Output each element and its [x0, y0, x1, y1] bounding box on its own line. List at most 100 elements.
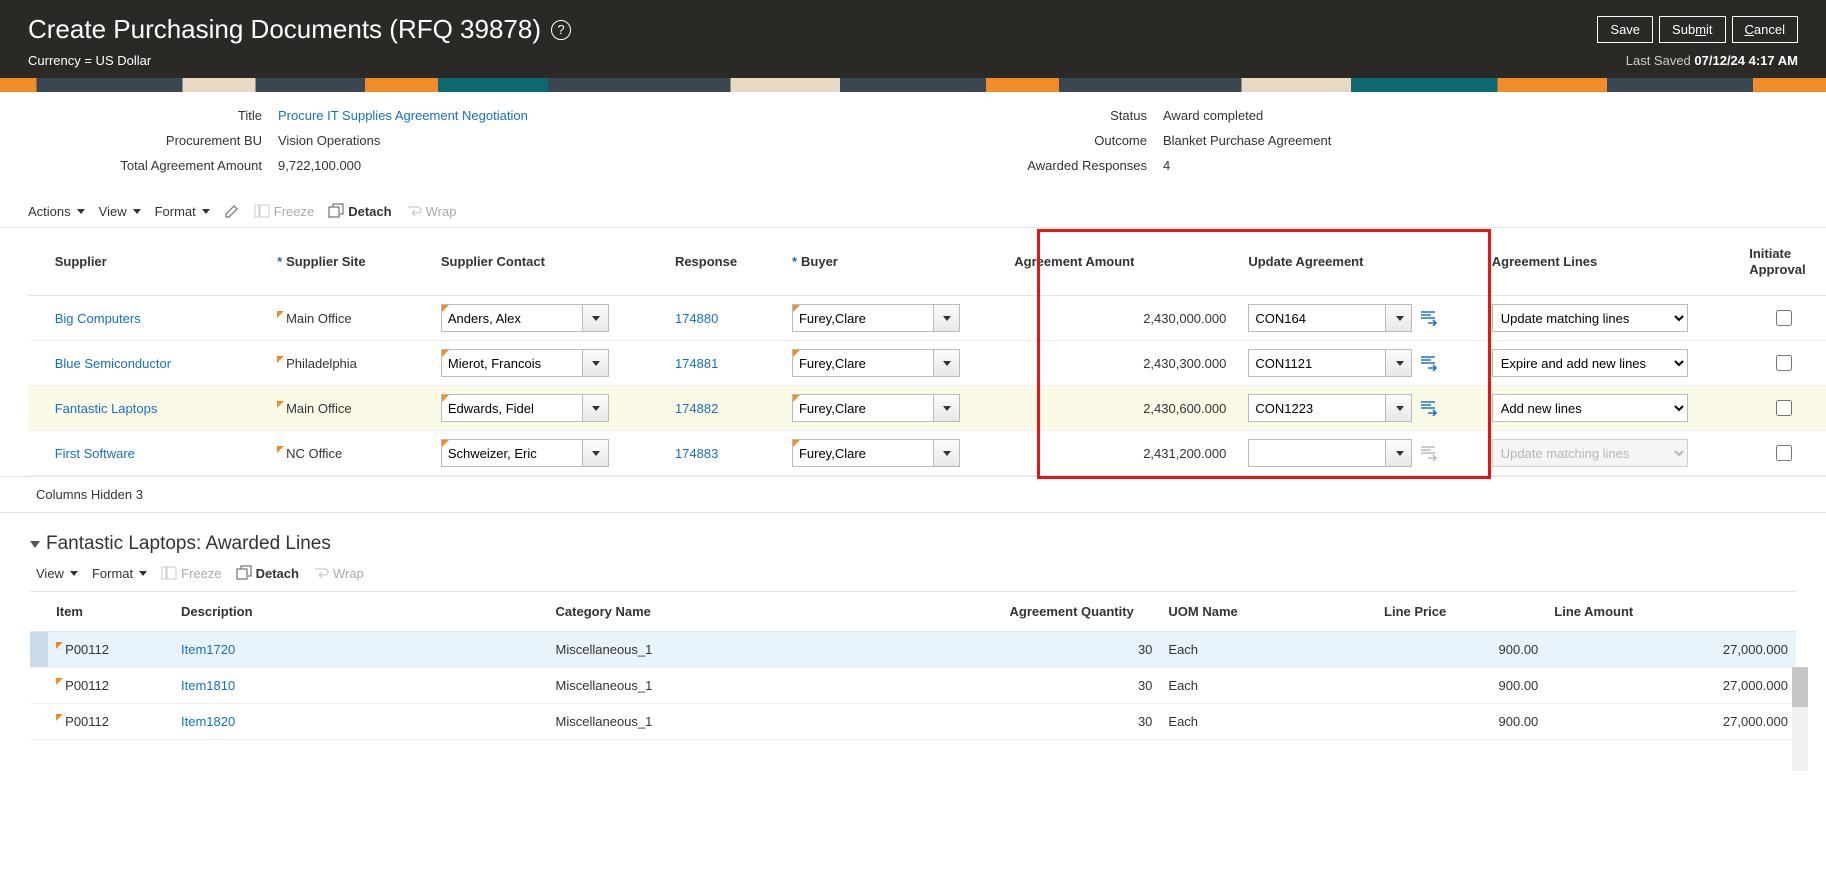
- actions-menu[interactable]: Actions: [28, 204, 85, 219]
- buyer-combo[interactable]: [792, 304, 960, 332]
- dropdown-button[interactable]: [933, 305, 959, 331]
- help-icon[interactable]: ?: [551, 20, 571, 40]
- supplier-contact-input[interactable]: [442, 305, 582, 331]
- update-agreement-combo[interactable]: [1248, 394, 1412, 422]
- dropdown-button[interactable]: [1385, 350, 1411, 376]
- agreement-lines-select[interactable]: Expire and add new lines: [1492, 349, 1688, 377]
- buyer-combo[interactable]: [792, 394, 960, 422]
- edit-button[interactable]: [224, 203, 240, 219]
- item-desc-link[interactable]: Item1720: [181, 642, 235, 657]
- lcol-price[interactable]: Line Price: [1376, 592, 1546, 632]
- lcol-amount[interactable]: Line Amount: [1546, 592, 1796, 632]
- supplier-link[interactable]: First Software: [55, 446, 135, 461]
- buyer-input[interactable]: [793, 305, 933, 331]
- col-amount[interactable]: Agreement Amount: [1006, 228, 1240, 296]
- supplier-link[interactable]: Big Computers: [55, 311, 141, 326]
- lines-format-menu[interactable]: Format: [92, 566, 147, 581]
- response-link[interactable]: 174881: [675, 356, 718, 371]
- dropdown-button[interactable]: [582, 440, 608, 466]
- lines-view-menu[interactable]: View: [36, 566, 78, 581]
- wrap-button[interactable]: Wrap: [406, 203, 457, 219]
- detach-button[interactable]: Detach: [328, 203, 391, 219]
- supplier-contact-combo[interactable]: [441, 349, 609, 377]
- buyer-combo[interactable]: [792, 439, 960, 467]
- lcol-desc[interactable]: Description: [173, 592, 548, 632]
- awarded-lines-title[interactable]: Fantastic Laptops: Awarded Lines: [0, 513, 1826, 559]
- supplier-contact-input[interactable]: [442, 395, 582, 421]
- supplier-contact-combo[interactable]: [441, 304, 609, 332]
- dropdown-button[interactable]: [1385, 440, 1411, 466]
- view-menu[interactable]: View: [99, 204, 141, 219]
- buyer-input[interactable]: [793, 395, 933, 421]
- buyer-input[interactable]: [793, 440, 933, 466]
- initiate-approval-checkbox[interactable]: [1776, 445, 1792, 461]
- supplier-link[interactable]: Blue Semiconductor: [55, 356, 171, 371]
- item-desc-link[interactable]: Item1810: [181, 678, 235, 693]
- update-agreement-input[interactable]: [1249, 395, 1385, 421]
- update-agreement-input[interactable]: [1249, 440, 1385, 466]
- col-initiate[interactable]: Initiate Approval: [1741, 228, 1826, 296]
- dropdown-button[interactable]: [582, 305, 608, 331]
- dropdown-button[interactable]: [582, 395, 608, 421]
- agreement-action-icon[interactable]: [1418, 354, 1440, 372]
- update-agreement-input[interactable]: [1249, 350, 1385, 376]
- initiate-approval-checkbox[interactable]: [1776, 355, 1792, 371]
- lcol-item[interactable]: Item: [48, 592, 173, 632]
- response-link[interactable]: 174883: [675, 446, 718, 461]
- table-row[interactable]: Big Computers Main Office 174880 2,430,0…: [28, 296, 1826, 341]
- col-update-agreement[interactable]: Update Agreement: [1240, 228, 1483, 296]
- format-menu[interactable]: Format: [155, 204, 210, 219]
- response-link[interactable]: 174882: [675, 401, 718, 416]
- dropdown-button[interactable]: [582, 350, 608, 376]
- lines-scrollbar[interactable]: [1792, 667, 1808, 771]
- initiate-approval-checkbox[interactable]: [1776, 400, 1792, 416]
- dropdown-button[interactable]: [933, 440, 959, 466]
- supplier-link[interactable]: Fantastic Laptops: [55, 401, 158, 416]
- table-row[interactable]: Fantastic Laptops Main Office 174882 2,4…: [28, 386, 1826, 431]
- lcol-cat[interactable]: Category Name: [548, 592, 1002, 632]
- dropdown-button[interactable]: [933, 350, 959, 376]
- col-site[interactable]: *Supplier Site: [269, 228, 433, 296]
- update-agreement-combo[interactable]: [1248, 304, 1412, 332]
- table-row[interactable]: Blue Semiconductor Philadelphia 174881 2…: [28, 341, 1826, 386]
- update-agreement-input[interactable]: [1249, 305, 1385, 331]
- list-item[interactable]: P00112 Item1820 Miscellaneous_1 30 Each …: [30, 704, 1796, 740]
- lines-detach-button[interactable]: Detach: [236, 565, 299, 581]
- list-item[interactable]: P00112 Item1720 Miscellaneous_1 30 Each …: [30, 632, 1796, 668]
- lines-wrap-button[interactable]: Wrap: [313, 565, 364, 581]
- cancel-button[interactable]: Cancel: [1732, 16, 1798, 43]
- lcol-qty[interactable]: Agreement Quantity: [1002, 592, 1161, 632]
- table-row[interactable]: First Software NC Office 174883 2,431,20…: [28, 431, 1826, 476]
- uom: Each: [1160, 704, 1376, 740]
- dropdown-button[interactable]: [933, 395, 959, 421]
- update-agreement-combo[interactable]: [1248, 349, 1412, 377]
- freeze-button[interactable]: Freeze: [254, 203, 314, 219]
- col-response[interactable]: Response: [667, 228, 784, 296]
- col-supplier[interactable]: Supplier: [47, 228, 269, 296]
- update-agreement-combo[interactable]: [1248, 439, 1412, 467]
- title-link[interactable]: Procure IT Supplies Agreement Negotiatio…: [278, 108, 528, 123]
- col-buyer[interactable]: *Buyer: [784, 228, 1006, 296]
- list-item[interactable]: P00112 Item1810 Miscellaneous_1 30 Each …: [30, 668, 1796, 704]
- supplier-contact-combo[interactable]: [441, 439, 609, 467]
- agreement-action-icon[interactable]: [1418, 309, 1440, 327]
- agreement-action-icon[interactable]: [1418, 399, 1440, 417]
- supplier-contact-combo[interactable]: [441, 394, 609, 422]
- save-button[interactable]: Save: [1597, 16, 1653, 43]
- item-desc-link[interactable]: Item1820: [181, 714, 235, 729]
- buyer-input[interactable]: [793, 350, 933, 376]
- initiate-approval-checkbox[interactable]: [1776, 310, 1792, 326]
- agreement-lines-select[interactable]: Add new lines: [1492, 394, 1688, 422]
- dropdown-button[interactable]: [1385, 395, 1411, 421]
- lines-freeze-button[interactable]: Freeze: [161, 565, 221, 581]
- supplier-contact-input[interactable]: [442, 440, 582, 466]
- col-agreement-lines[interactable]: Agreement Lines: [1484, 228, 1741, 296]
- supplier-contact-input[interactable]: [442, 350, 582, 376]
- lcol-uom[interactable]: UOM Name: [1160, 592, 1376, 632]
- submit-button[interactable]: Submit: [1659, 16, 1725, 43]
- dropdown-button[interactable]: [1385, 305, 1411, 331]
- response-link[interactable]: 174880: [675, 311, 718, 326]
- col-contact[interactable]: Supplier Contact: [433, 228, 667, 296]
- agreement-lines-select[interactable]: Update matching lines: [1492, 304, 1688, 332]
- buyer-combo[interactable]: [792, 349, 960, 377]
